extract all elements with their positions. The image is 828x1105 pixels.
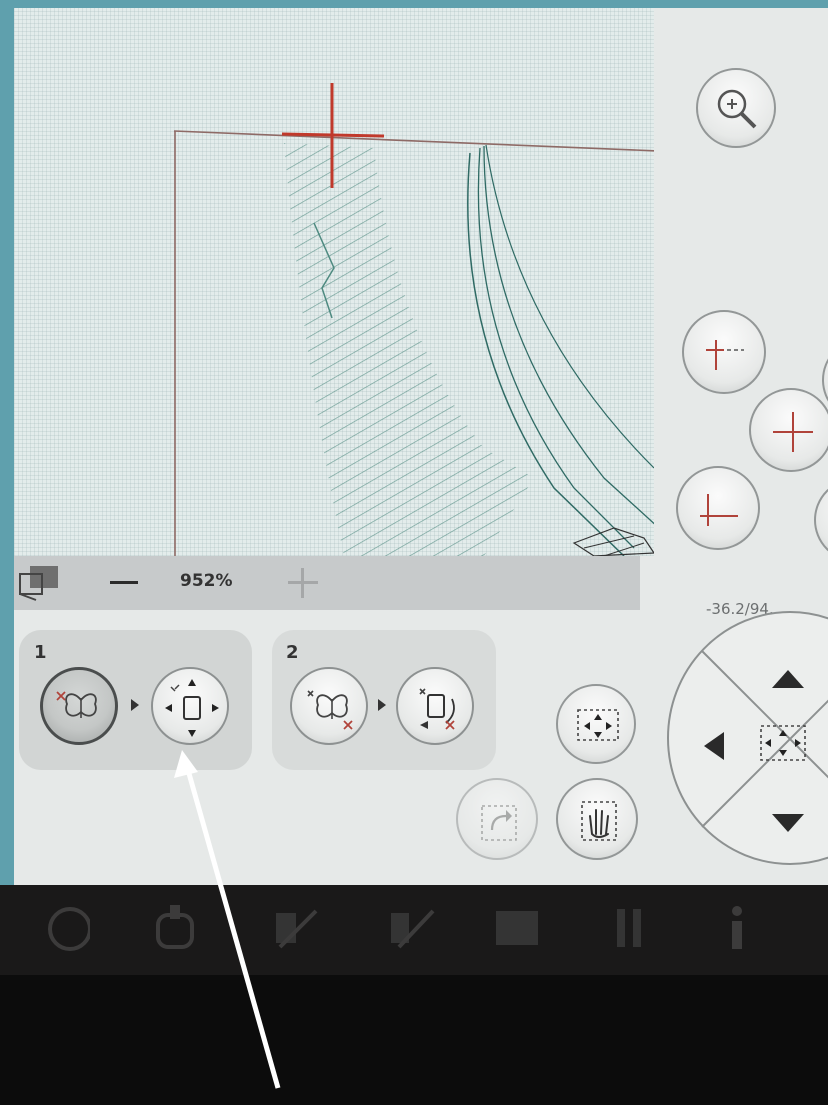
butterfly-icon [307,690,353,730]
position-icon [419,688,455,730]
align-bottom-left-icon [700,494,738,526]
hoop-frame-top [173,130,654,152]
zoom-out-button[interactable] [106,568,142,596]
align-center-icon [773,412,813,452]
zoom-level: 952% [180,571,233,591]
zoom-magnifier-button[interactable] [696,68,776,148]
info-icon[interactable] [712,903,762,953]
move-down-button[interactable] [768,808,808,838]
align-top-left-icon [706,340,744,370]
butterfly-icon [56,691,97,718]
step-arrow [131,699,139,711]
align-bottom-left-button[interactable] [676,466,760,550]
select-design-step-button[interactable] [40,667,118,745]
rotate-icon [481,805,517,841]
fill-stitch-area [284,143,534,556]
select-design-step-2-button[interactable] [290,667,368,745]
arrow-down-icon [772,814,804,832]
device-bezel [0,975,828,1105]
stitch-edit-icon[interactable] [270,903,320,953]
move-up-button[interactable] [768,666,808,696]
directional-pad [662,606,828,876]
machine-taskbar [0,885,828,975]
move-icon [165,679,219,737]
pan-button[interactable] [556,778,638,860]
layers-icon[interactable] [16,564,62,602]
hand-icon [581,801,617,841]
rotate-button[interactable] [456,778,538,860]
home-icon[interactable] [40,903,90,953]
move-to-center-button[interactable] [556,684,636,764]
step-arrow [378,699,386,711]
magnifier-icon [717,89,757,129]
embroidery-canvas[interactable] [14,8,654,556]
stitch-preview [173,83,654,556]
arrow-up-icon [772,670,804,688]
embroidery-touch-screen: 952% -36.2/94. 1 2 [14,8,828,885]
needle-crosshair-horizontal [281,132,385,138]
zoom-bar: 952% [14,556,640,610]
move-center-icon [577,709,619,741]
align-bottom-right-button[interactable] [814,478,828,562]
embroidery-hoop-icon[interactable] [150,903,200,953]
settings-tools-icon[interactable] [605,903,655,953]
zoom-in-button[interactable] [286,566,320,600]
step-number-1: 1 [34,642,47,663]
stitch-out-icon[interactable] [385,903,435,953]
grid-icon[interactable] [492,903,542,953]
step-number-2: 2 [286,642,299,663]
arrow-left-icon [704,732,724,760]
move-design-step-button[interactable] [151,667,229,745]
move-left-button[interactable] [700,726,730,766]
rotate-position-step-button[interactable] [396,667,474,745]
align-top-left-button[interactable] [682,310,766,394]
step-group-1: 1 [19,630,252,770]
step-group-2: 2 [272,630,496,770]
align-center-button[interactable] [749,388,828,472]
